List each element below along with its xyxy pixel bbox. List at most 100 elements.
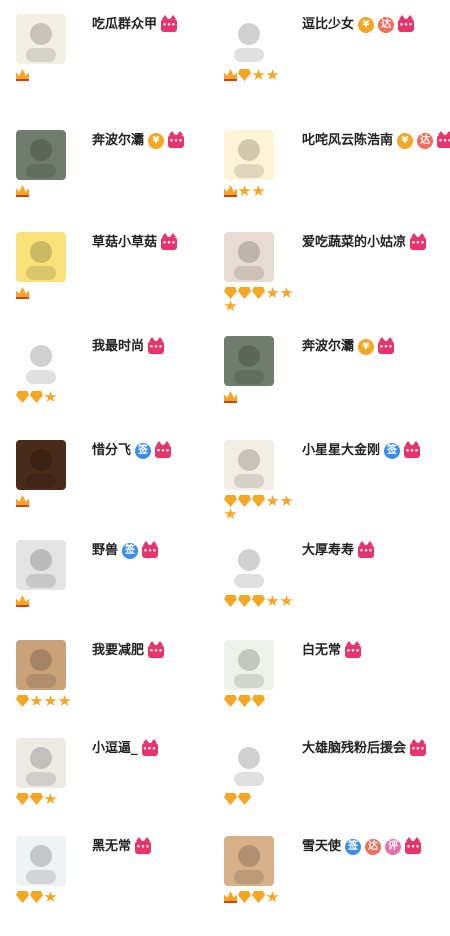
avatar[interactable] [224,738,274,788]
avatar[interactable] [224,336,274,386]
name-row: 大厚寿寿 ••• [302,540,375,560]
user-card[interactable]: 奔波尔灞 ¥ ••• [224,336,449,436]
da-badge-icon: 达 [417,133,434,149]
cat-badge-icon: ••• [358,540,375,558]
username[interactable]: 大雄脑残粉后援会 [302,740,406,758]
qian-badge-icon: 签 [122,543,139,559]
user-card[interactable]: 野兽签 ••• [16,540,241,640]
username[interactable]: 逗比少女 [302,16,354,34]
username[interactable]: 我最时尚 [92,338,144,356]
cat-badge-icon: ••• [437,130,450,148]
name-row: 雪天使签达评 ••• [302,836,422,856]
avatar[interactable] [224,440,274,490]
user-card[interactable]: 惜分飞签 ••• [16,440,241,540]
cat-badge-icon: ••• [404,440,421,458]
avatar[interactable] [16,232,66,282]
level-badges [16,695,96,707]
cat-badge-icon: ••• [345,640,362,658]
user-card[interactable]: 奔波尔灞 ¥ ••• [16,130,241,230]
diamond-level-icon [238,891,251,903]
avatar[interactable] [224,232,274,282]
star-level-icon [266,495,279,506]
user-card[interactable]: 我最时尚 ••• [16,336,241,436]
user-card[interactable]: 雪天使签达评 ••• [224,836,449,936]
star-level-icon [280,595,293,606]
username[interactable]: 草菇小草菇 [92,234,157,252]
cat-badge-icon: ••• [148,336,165,354]
star-level-icon [266,891,279,902]
username[interactable]: 奔波尔灞 [302,338,354,356]
user-card[interactable]: 逗比少女 ¥ 达 ••• [224,14,449,114]
user-card[interactable]: 爱吃蔬菜的小姑凉 ••• [224,232,449,332]
username[interactable]: 野兽 [92,542,118,560]
username[interactable]: 爱吃蔬菜的小姑凉 [302,234,406,252]
level-badges [16,595,96,607]
name-row: 我最时尚 ••• [92,336,165,356]
cat-badge-icon: ••• [378,336,395,354]
user-card[interactable]: 小星星大金刚签 ••• [224,440,449,540]
diamond-level-icon [238,793,251,805]
avatar[interactable] [224,640,274,690]
avatar[interactable] [224,540,274,590]
crown-level-icon [16,185,29,197]
user-card[interactable]: 小逗逼_ ••• [16,738,241,838]
level-badges [224,69,304,81]
name-row: 奔波尔灞 ¥ ••• [302,336,395,356]
avatar[interactable] [16,336,66,386]
username[interactable]: 大厚寿寿 [302,542,354,560]
diamond-level-icon [252,695,265,707]
user-card[interactable]: 黑无常 ••• [16,836,241,936]
star-level-icon [266,287,279,298]
avatar[interactable] [16,14,66,64]
avatar[interactable] [224,130,274,180]
username[interactable]: 我要减肥 [92,642,144,660]
username[interactable]: 吃瓜群众甲 [92,16,157,34]
star-level-icon [280,495,293,506]
cat-badge-dots: ••• [162,238,176,247]
username[interactable]: 黑无常 [92,838,131,856]
name-row: 奔波尔灞 ¥ ••• [92,130,185,150]
diamond-level-icon [252,495,265,507]
name-row: 吃瓜群众甲 ••• [92,14,178,34]
username[interactable]: 叱咤风云陈浩南 [302,132,393,150]
cat-badge-dots: ••• [149,646,163,655]
cat-badge-dots: ••• [438,136,450,145]
cat-badge-icon: ••• [161,14,178,32]
crown-level-icon [16,595,29,607]
name-row: 惜分飞签 ••• [92,440,172,460]
username[interactable]: 白无常 [302,642,341,660]
user-card[interactable]: 大雄脑残粉后援会 ••• [224,738,449,838]
avatar[interactable] [224,836,274,886]
avatar[interactable] [16,540,66,590]
avatar[interactable] [16,836,66,886]
username[interactable]: 奔波尔灞 [92,132,144,150]
user-card[interactable]: 白无常 ••• [224,640,449,740]
cat-badge-dots: ••• [411,238,425,247]
user-card[interactable]: 草菇小草菇 ••• [16,232,241,332]
avatar[interactable] [16,440,66,490]
cat-badge-icon: ••• [410,232,427,250]
cat-badge-dots: ••• [142,744,157,753]
user-card[interactable]: 我要减肥 ••• [16,640,241,740]
money-badge-icon: ¥ [358,17,375,33]
username[interactable]: 小逗逼_ [92,740,138,758]
diamond-level-icon [30,391,43,403]
crown-level-icon [224,185,237,197]
cat-badge-dots: ••• [406,842,420,851]
avatar[interactable] [16,640,66,690]
user-card[interactable]: 吃瓜群众甲 ••• [16,14,241,114]
user-card[interactable]: 叱咤风云陈浩南¥达 ••• [224,130,450,230]
avatar[interactable] [16,738,66,788]
username[interactable]: 惜分飞 [92,442,131,460]
username[interactable]: 雪天使 [302,838,341,856]
star-level-icon [252,185,265,196]
level-badges [16,69,96,81]
user-card[interactable]: 大厚寿寿 ••• [224,540,449,640]
avatar[interactable] [224,14,274,64]
cat-badge-dots: ••• [162,20,176,29]
avatar[interactable] [16,130,66,180]
star-level-icon [280,287,293,298]
da-badge-icon: 达 [378,17,395,33]
diamond-level-icon [16,391,29,403]
username[interactable]: 小星星大金刚 [302,442,380,460]
